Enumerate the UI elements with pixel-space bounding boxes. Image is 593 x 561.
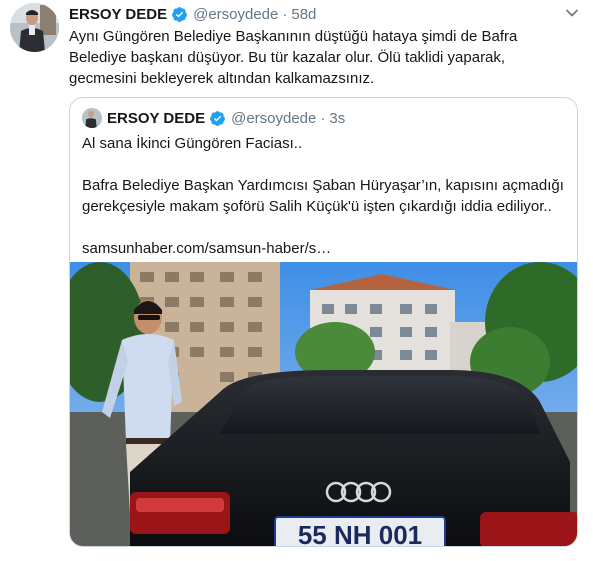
author-name[interactable]: ERSOY DEDE (69, 6, 167, 23)
tweet-text-line: Aynı Güngören Belediye Başkanının düştüğ… (69, 28, 518, 45)
quoted-link[interactable]: samsunhaber.com/samsun-haber/s… (82, 238, 572, 259)
avatar[interactable] (10, 3, 59, 52)
tweet-text-line: Belediye başkanı düşüyor. Bu tür kazalar… (69, 49, 506, 66)
verified-badge-icon (172, 6, 188, 22)
tweet-header: ERSOY DEDE @ersoydede · 58d (69, 4, 316, 24)
quoted-timestamp[interactable]: 3s (329, 110, 345, 127)
quoted-photo[interactable]: 55 NH 001 (70, 262, 577, 547)
quoted-avatar (82, 108, 102, 128)
quoted-text-line: Bafra Belediye Başkan Yardımcısı Şaban H… (82, 177, 564, 194)
quoted-tweet-header: ERSOY DEDE @ersoydede · 3s (82, 108, 345, 128)
separator-dot: · (282, 5, 288, 23)
quoted-author-handle[interactable]: @ersoydede (231, 110, 316, 127)
tweet-text-line: gecmesini bekleyerek altından kalkamazsı… (69, 70, 375, 87)
tweet-text: Aynı Güngören Belediye Başkanının düştüğ… (69, 26, 569, 89)
chevron-down-icon[interactable] (565, 6, 579, 20)
quoted-tweet[interactable]: ERSOY DEDE @ersoydede · 3s Al sana İkinc… (69, 97, 578, 547)
separator-dot: · (320, 109, 326, 127)
quoted-author-name[interactable]: ERSOY DEDE (107, 110, 205, 127)
tweet-timestamp[interactable]: 58d (291, 6, 316, 23)
author-handle[interactable]: @ersoydede (193, 6, 278, 23)
verified-badge-icon (210, 110, 226, 126)
quoted-tweet-text: Al sana İkinci Güngören Faciası.. Bafra … (82, 133, 572, 259)
tweet[interactable]: ERSOY DEDE @ersoydede · 58d Aynı Güngöre… (0, 0, 593, 561)
quoted-text-line: gerekçesiyle makam şoförü Salih Küçük'ü … (82, 198, 552, 215)
license-plate-text: 55 NH 001 (298, 520, 422, 547)
quoted-text-line: Al sana İkinci Güngören Faciası.. (82, 135, 303, 152)
